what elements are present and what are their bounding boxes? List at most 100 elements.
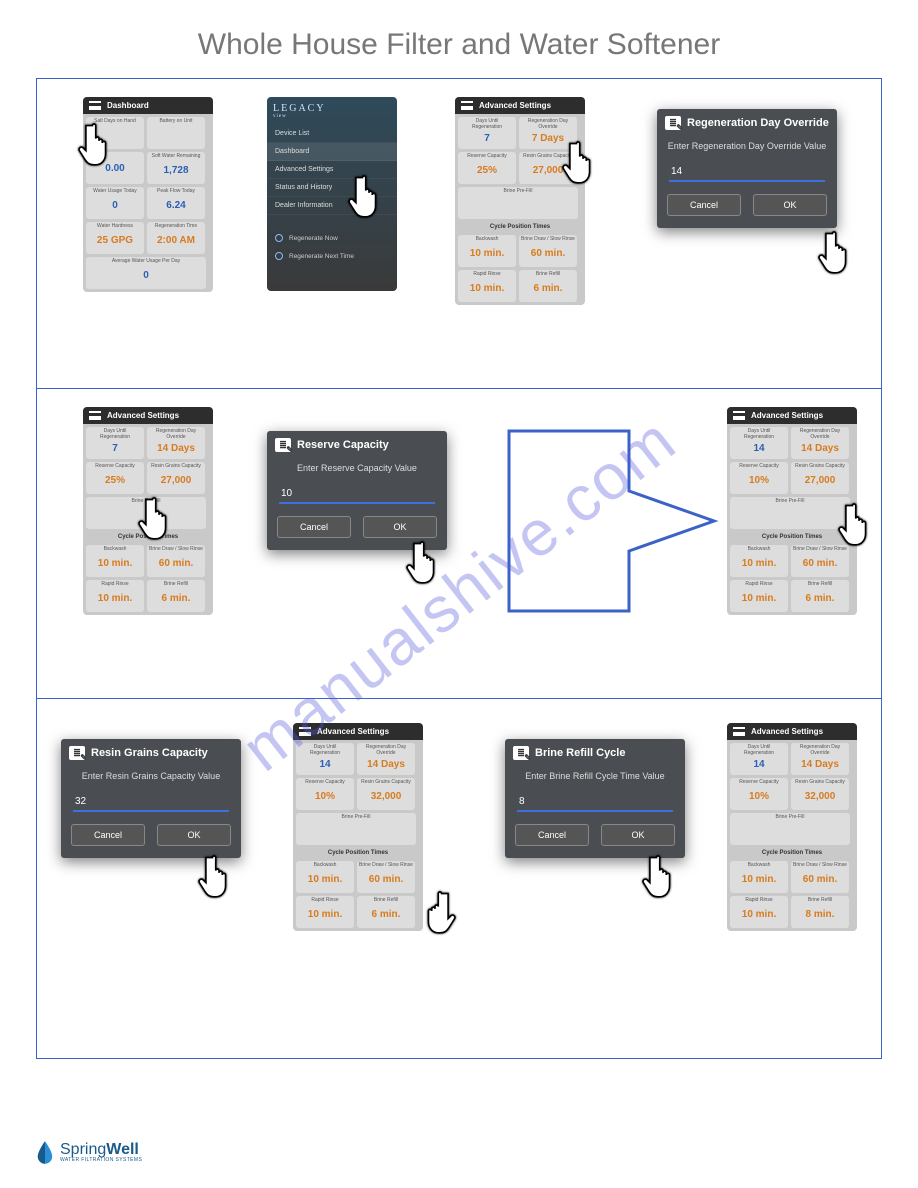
ok-button[interactable]: OK: [753, 194, 827, 216]
metric-tile[interactable]: Average Water Usage Per Day 0: [86, 257, 206, 289]
metric-tile[interactable]: Battery on Unit: [147, 117, 205, 149]
metric-tile[interactable]: Brine Refill 8 min.: [791, 896, 849, 928]
metric-tile[interactable]: Salt Days on Hand: [86, 117, 144, 149]
app-header[interactable]: Advanced Settings: [455, 97, 585, 114]
metric-tile[interactable]: 0.00: [86, 152, 144, 184]
metric-tile[interactable]: Days Until Regeneration 7: [86, 427, 144, 459]
app-header[interactable]: Advanced Settings: [83, 407, 213, 424]
metric-tile[interactable]: Brine Draw / Slow Rinse 60 min.: [147, 545, 205, 577]
brine-prefill-tile[interactable]: Brine Pre-Fill: [458, 187, 578, 219]
edit-icon: ≣: [513, 746, 529, 760]
edit-icon: ≣: [665, 116, 681, 130]
hamburger-icon[interactable]: [733, 727, 745, 736]
menu-item[interactable]: Device List: [267, 125, 397, 143]
metric-tile[interactable]: Resin Grains Capacity 27,000: [147, 462, 205, 494]
menu-item[interactable]: Dealer Information: [267, 197, 397, 215]
modal-input[interactable]: 14: [669, 163, 825, 182]
metric-tile[interactable]: Rapid Rinse 10 min.: [458, 270, 516, 302]
screen-adv-5: Advanced Settings Days Until Regeneratio…: [727, 723, 857, 931]
metric-tile[interactable]: Brine Refill 6 min.: [147, 580, 205, 612]
hamburger-icon[interactable]: [299, 727, 311, 736]
menu-item[interactable]: Advanced Settings: [267, 161, 397, 179]
metric-tile[interactable]: Brine Draw / Slow Rinse 60 min.: [357, 861, 415, 893]
page-title: Whole House Filter and Water Softener: [0, 0, 918, 78]
hamburger-icon[interactable]: [89, 101, 101, 110]
metric-tile[interactable]: Days Until Regeneration 14: [730, 743, 788, 775]
metric-tile[interactable]: Regeneration Day Override 14 Days: [147, 427, 205, 459]
cancel-button[interactable]: Cancel: [71, 824, 145, 846]
metric-tile[interactable]: Resin Grains Capacity 32,000: [357, 778, 415, 810]
metric-tile[interactable]: Reserve Capacity 25%: [458, 152, 516, 184]
metric-tile[interactable]: Regeneration Day Override 14 Days: [357, 743, 415, 775]
metric-tile[interactable]: Resin Grains Capacity 27,000: [791, 462, 849, 494]
metric-tile[interactable]: Brine Refill 6 min.: [357, 896, 415, 928]
metric-tile[interactable]: Regeneration Day Override 14 Days: [791, 427, 849, 459]
metric-tile[interactable]: Soft Water Remaining 1,728: [147, 152, 205, 184]
modal-subtitle: Enter Regeneration Day Override Value: [657, 137, 837, 159]
metric-tile[interactable]: Rapid Rinse 10 min.: [730, 580, 788, 612]
metric-tile[interactable]: Brine Refill 6 min.: [791, 580, 849, 612]
ok-button[interactable]: OK: [157, 824, 231, 846]
metric-tile[interactable]: Rapid Rinse 10 min.: [730, 896, 788, 928]
metric-tile[interactable]: Regeneration Day Override 7 Days: [519, 117, 577, 149]
metric-tile[interactable]: Brine Draw / Slow Rinse 60 min.: [791, 861, 849, 893]
metric-tile[interactable]: Brine Draw / Slow Rinse 60 min.: [791, 545, 849, 577]
row-1: Dashboard Salt Days on Hand Battery on U…: [37, 79, 881, 389]
ok-button[interactable]: OK: [601, 824, 675, 846]
metric-tile[interactable]: Regeneration Time 2:00 AM: [147, 222, 205, 254]
section-label: Cycle Position Times: [458, 222, 582, 232]
metric-tile[interactable]: Peak Flow Today 6.24: [147, 187, 205, 219]
cancel-button[interactable]: Cancel: [667, 194, 741, 216]
metric-tile[interactable]: Reserve Capacity 10%: [730, 778, 788, 810]
metric-tile[interactable]: Backwash 10 min.: [458, 235, 516, 267]
metric-tile[interactable]: Days Until Regeneration 14: [296, 743, 354, 775]
brine-prefill-tile[interactable]: Brine Pre-Fill: [86, 497, 206, 529]
metric-tile[interactable]: Rapid Rinse 10 min.: [86, 580, 144, 612]
app-header[interactable]: Advanced Settings: [727, 723, 857, 740]
brine-prefill-tile[interactable]: Brine Pre-Fill: [296, 813, 416, 845]
modal-input[interactable]: 8: [517, 793, 673, 812]
metric-tile[interactable]: Regeneration Day Override 14 Days: [791, 743, 849, 775]
metric-tile[interactable]: Reserve Capacity 10%: [296, 778, 354, 810]
brine-prefill-tile[interactable]: Brine Pre-Fill: [730, 813, 850, 845]
menu-item[interactable]: Dashboard: [267, 143, 397, 161]
metric-tile[interactable]: Backwash 10 min.: [86, 545, 144, 577]
metric-tile[interactable]: Backwash 10 min.: [296, 861, 354, 893]
metric-tile[interactable]: Backwash 10 min.: [730, 545, 788, 577]
metric-tile[interactable]: Days Until Regeneration 14: [730, 427, 788, 459]
screen-dashboard: Dashboard Salt Days on Hand Battery on U…: [83, 97, 213, 292]
section-label: Cycle Position Times: [296, 848, 420, 858]
brine-prefill-tile[interactable]: Brine Pre-Fill: [730, 497, 850, 529]
hamburger-icon[interactable]: [461, 101, 473, 110]
metric-tile[interactable]: Water Hardness 25 GPG: [86, 222, 144, 254]
app-header[interactable]: Dashboard: [83, 97, 213, 114]
hamburger-icon[interactable]: [89, 411, 101, 420]
metric-tile[interactable]: Water Usage Today 0: [86, 187, 144, 219]
cancel-button[interactable]: Cancel: [515, 824, 589, 846]
metric-tile[interactable]: Resin Grains Capacity 27,000: [519, 152, 577, 184]
metric-tile[interactable]: Backwash 10 min.: [730, 861, 788, 893]
menu-radio[interactable]: Regenerate Next Time: [267, 247, 397, 265]
pointer-icon: [641, 851, 685, 899]
modal-regen-override: ≣Regeneration Day Override Enter Regener…: [657, 109, 837, 228]
modal-input[interactable]: 32: [73, 793, 229, 812]
metric-tile[interactable]: Days Until Regeneration 7: [458, 117, 516, 149]
modal-input[interactable]: 10: [279, 485, 435, 504]
screen-adv-3: Advanced Settings Days Until Regeneratio…: [727, 407, 857, 615]
app-header[interactable]: Advanced Settings: [727, 407, 857, 424]
metric-tile[interactable]: Resin Grains Capacity 32,000: [791, 778, 849, 810]
hamburger-icon[interactable]: [733, 411, 745, 420]
app-header[interactable]: Advanced Settings: [293, 723, 423, 740]
metric-tile[interactable]: Brine Draw / Slow Rinse 60 min.: [519, 235, 577, 267]
screen-adv-4: Advanced Settings Days Until Regeneratio…: [293, 723, 423, 931]
ok-button[interactable]: OK: [363, 516, 437, 538]
screen-title: Advanced Settings: [107, 411, 179, 420]
metric-tile[interactable]: Reserve Capacity 25%: [86, 462, 144, 494]
menu-item[interactable]: Status and History: [267, 179, 397, 197]
screen-title: Advanced Settings: [479, 101, 551, 110]
metric-tile[interactable]: Rapid Rinse 10 min.: [296, 896, 354, 928]
metric-tile[interactable]: Reserve Capacity 10%: [730, 462, 788, 494]
cancel-button[interactable]: Cancel: [277, 516, 351, 538]
metric-tile[interactable]: Brine Refill 6 min.: [519, 270, 577, 302]
menu-radio[interactable]: Regenerate Now: [267, 229, 397, 247]
